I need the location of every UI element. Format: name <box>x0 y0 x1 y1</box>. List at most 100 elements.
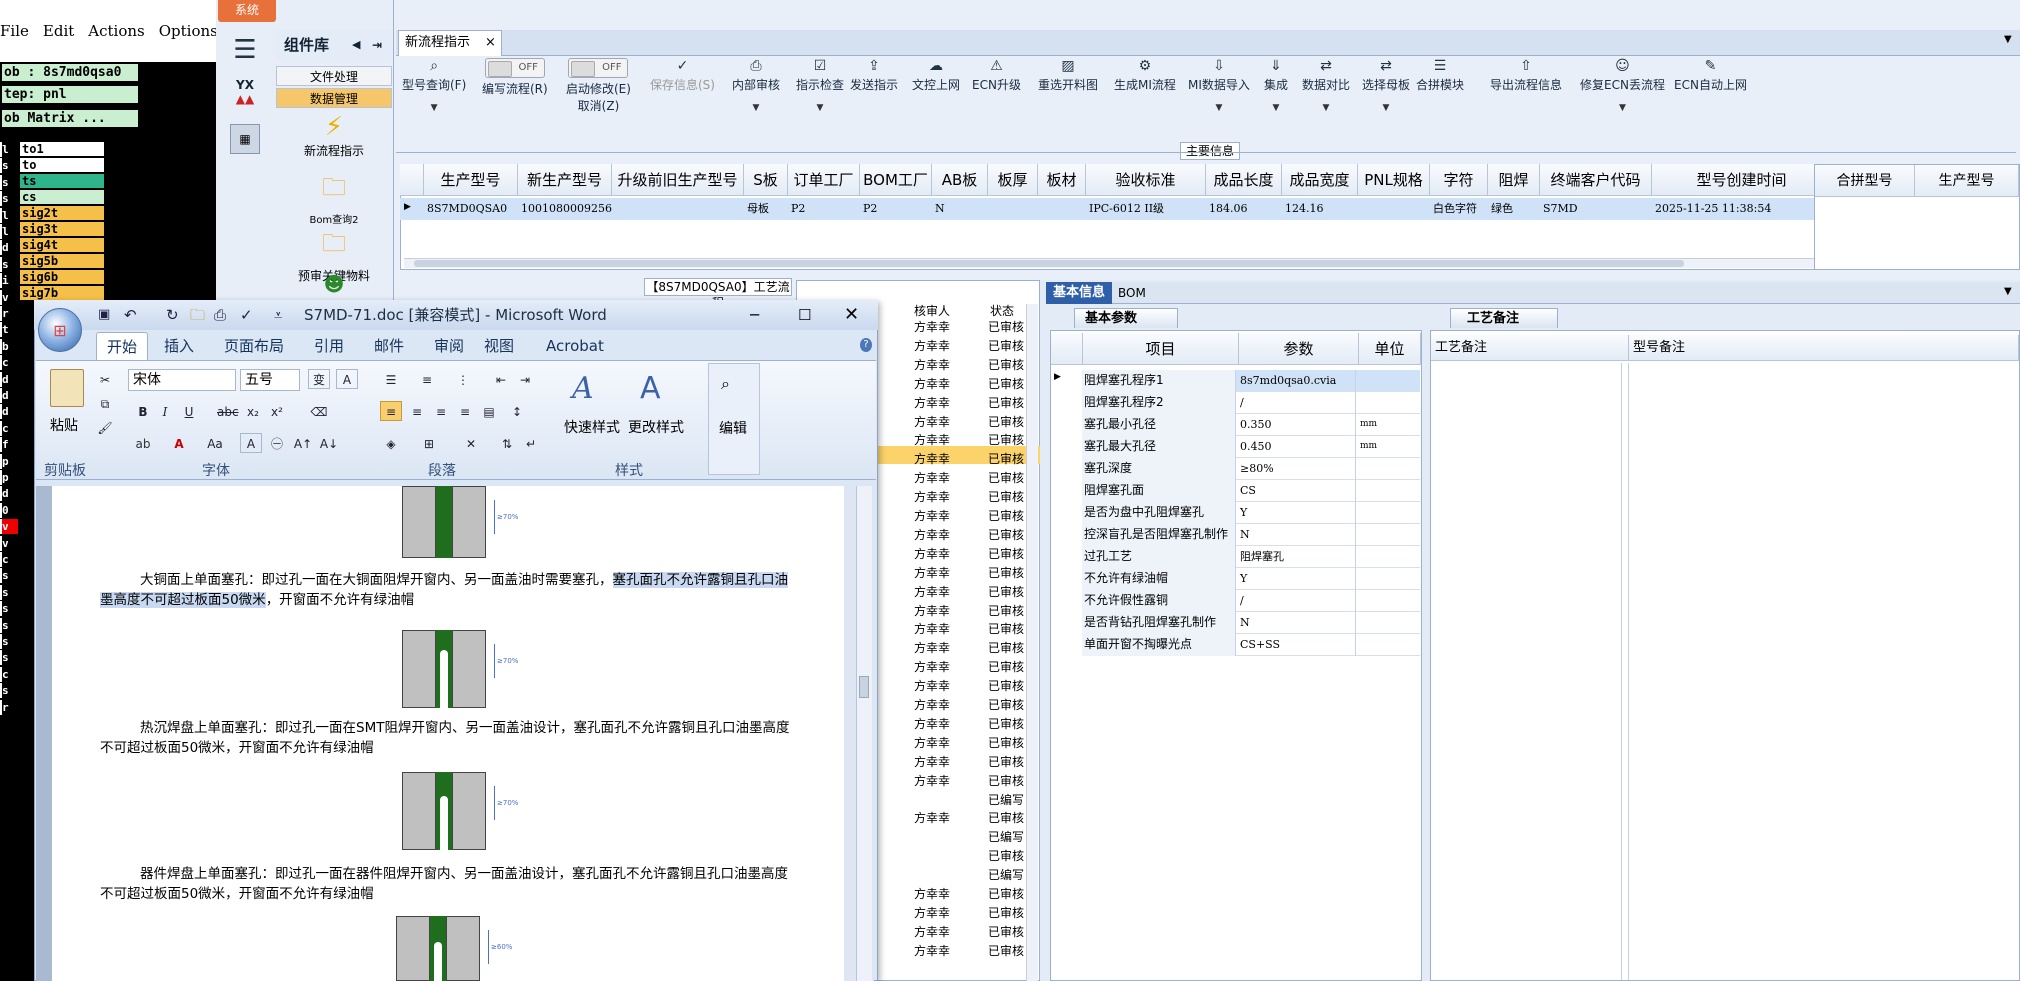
layer-marker[interactable]: 0 <box>0 502 18 518</box>
reviewer-cell[interactable]: 方幸幸 <box>914 356 950 373</box>
tab-new-process[interactable]: 新流程指示 × <box>398 30 502 56</box>
tab-bom[interactable]: BOM <box>1118 282 1158 304</box>
status-cell[interactable]: 已审核 <box>988 772 1026 789</box>
bold-icon[interactable]: B <box>132 401 154 421</box>
toolbar-button[interactable]: ⌕ 型号查询(F) ▼ <box>402 58 466 113</box>
table-row[interactable]: 是否背钻孔阻焊塞孔制作 N <box>1082 612 1420 634</box>
layer-marker[interactable]: p <box>0 470 18 485</box>
param-value[interactable]: Y <box>1238 568 1356 590</box>
toolbar-button[interactable]: ▨ 重选开料图 <box>1038 58 1098 93</box>
reviewer-cell[interactable]: 方幸幸 <box>914 734 950 751</box>
paste-button[interactable]: 粘贴 <box>50 415 78 435</box>
chinese-layout-icon[interactable]: ✕ <box>460 433 482 453</box>
paste-icon[interactable] <box>50 369 84 407</box>
table-cell[interactable]: S7MD <box>1540 198 1652 220</box>
status-cell[interactable]: 已审核 <box>988 847 1026 864</box>
status-cell[interactable]: 已审核 <box>988 450 1026 467</box>
column-header[interactable]: 单位 <box>1359 333 1421 365</box>
toolbar-button[interactable]: ☰ 合拼模块 <box>1416 58 1464 93</box>
layer-marker[interactable]: s <box>0 617 18 633</box>
reviewer-cell[interactable]: 方幸幸 <box>914 337 950 354</box>
chevron-down-icon[interactable]: ▼ <box>2004 286 2012 297</box>
table-cell[interactable]: 8S7MD0QSA0 <box>424 198 518 220</box>
status-cell[interactable]: 已审核 <box>988 942 1026 959</box>
status-cell[interactable]: 已审核 <box>988 620 1026 637</box>
chevron-down-icon[interactable]: ▼ <box>2004 34 2012 45</box>
tab-basic-params[interactable]: 基本参数 <box>1074 308 1178 328</box>
table-cell[interactable] <box>988 198 1038 220</box>
multilevel-list-icon[interactable]: ⋮ <box>452 369 474 389</box>
minimize-icon[interactable]: ─ <box>750 300 759 330</box>
editing-button[interactable]: 编辑 <box>719 418 747 438</box>
scrollbar-thumb[interactable] <box>859 676 869 698</box>
column-header[interactable]: 合拼型号 <box>1815 165 1915 197</box>
strikethrough-icon[interactable]: abc <box>216 401 239 421</box>
status-cell[interactable]: 已审核 <box>988 318 1026 335</box>
status-cell[interactable]: 已审核 <box>988 904 1026 921</box>
layer-marker[interactable]: s <box>0 158 18 174</box>
param-value[interactable]: / <box>1238 392 1356 414</box>
reviewer-cell[interactable]: 方幸幸 <box>914 942 950 959</box>
table-row[interactable]: 阻焊塞孔程序2/ <box>1082 392 1420 414</box>
shrink-font-icon[interactable]: A↓ <box>318 433 340 453</box>
table-cell[interactable]: 124.16 <box>1282 198 1358 220</box>
library-item-new-process[interactable]: ⚡ 新流程指示 <box>276 112 392 159</box>
change-styles-icon[interactable]: A <box>640 371 661 406</box>
undo-icon[interactable]: ↶ <box>124 300 137 330</box>
status-cell[interactable]: 已编写 <box>988 866 1026 883</box>
save-icon[interactable]: ▣ <box>98 300 110 330</box>
status-cell[interactable]: 已审核 <box>988 602 1026 619</box>
param-value[interactable]: / <box>1238 590 1356 612</box>
param-value[interactable]: ≥80% <box>1238 458 1356 480</box>
table-cell[interactable] <box>1038 198 1086 220</box>
toolbar-button[interactable]: ☑ 指示检查 ▼ <box>796 58 844 113</box>
dropdown-arrow-icon[interactable]: ▼ <box>1188 103 1250 113</box>
column-header[interactable]: 板厚 <box>988 164 1038 196</box>
param-value[interactable]: 0.450 <box>1238 436 1356 458</box>
reviewer-cell[interactable]: 方幸幸 <box>914 923 950 940</box>
layer-marker[interactable]: l <box>0 224 18 239</box>
layer-marker[interactable]: s <box>0 650 18 666</box>
justify-icon[interactable]: ≡ <box>454 401 476 421</box>
param-value[interactable]: CS+SS <box>1238 634 1356 656</box>
office-button[interactable]: ⊞ <box>38 308 82 352</box>
column-header[interactable]: 升级前旧生产型号 <box>612 164 744 196</box>
step-field[interactable]: tep: pnl <box>0 84 140 105</box>
vertical-scrollbar[interactable] <box>856 486 872 981</box>
reviewer-cell[interactable]: 方幸幸 <box>914 545 950 562</box>
layer-item[interactable]: to1 <box>20 142 104 157</box>
status-cell[interactable]: 已编写 <box>988 828 1026 845</box>
status-cell[interactable]: 已审核 <box>988 923 1026 940</box>
quick-styles-icon[interactable]: A <box>572 371 594 406</box>
reviewer-cell[interactable]: 方幸幸 <box>914 469 950 486</box>
layer-marker[interactable]: s <box>0 683 18 699</box>
layer-marker[interactable]: s <box>0 584 18 600</box>
column-header[interactable]: 字符 <box>1430 164 1488 196</box>
status-cell[interactable]: 已审核 <box>988 583 1026 600</box>
format-painter-icon[interactable]: 🖌 <box>94 417 116 437</box>
layer-item[interactable]: cs <box>20 190 104 205</box>
decrease-indent-icon[interactable]: ⇤ <box>490 369 512 389</box>
layer-marker[interactable]: d <box>0 240 18 256</box>
status-cell[interactable]: 已审核 <box>988 809 1026 826</box>
craft-notes-field[interactable] <box>1431 363 1629 980</box>
table-row[interactable]: 不允许有绿油帽 Y <box>1082 568 1420 590</box>
toggle-switch[interactable]: OFF <box>484 58 545 78</box>
status-cell[interactable]: 已审核 <box>988 639 1026 656</box>
layer-item[interactable]: sig6b <box>20 270 104 285</box>
column-header[interactable]: S板 <box>744 164 788 196</box>
status-cell[interactable]: 已审核 <box>988 431 1026 448</box>
toolbar-button[interactable]: OFF 启动修改(E) 取消(Z) <box>566 58 631 114</box>
status-cell[interactable]: 已审核 <box>988 356 1026 373</box>
distributed-icon[interactable]: ▤ <box>478 401 500 421</box>
status-cell[interactable]: 已审核 <box>988 885 1026 902</box>
toolbar-button[interactable]: ☁ 文控上网 <box>912 58 960 93</box>
layer-marker[interactable]: d <box>0 388 18 403</box>
reviewer-cell[interactable]: 方幸幸 <box>914 753 950 770</box>
toolbar-button[interactable]: ⎙ 内部审核 ▼ <box>732 58 780 113</box>
change-styles-button[interactable]: 更改样式 <box>628 417 684 437</box>
enclose-char-icon[interactable]: ㊀ <box>266 433 288 453</box>
table-cell[interactable]: P2 <box>788 198 860 220</box>
layer-item[interactable]: ts <box>20 174 104 189</box>
column-header[interactable]: BOM工厂 <box>860 164 932 196</box>
